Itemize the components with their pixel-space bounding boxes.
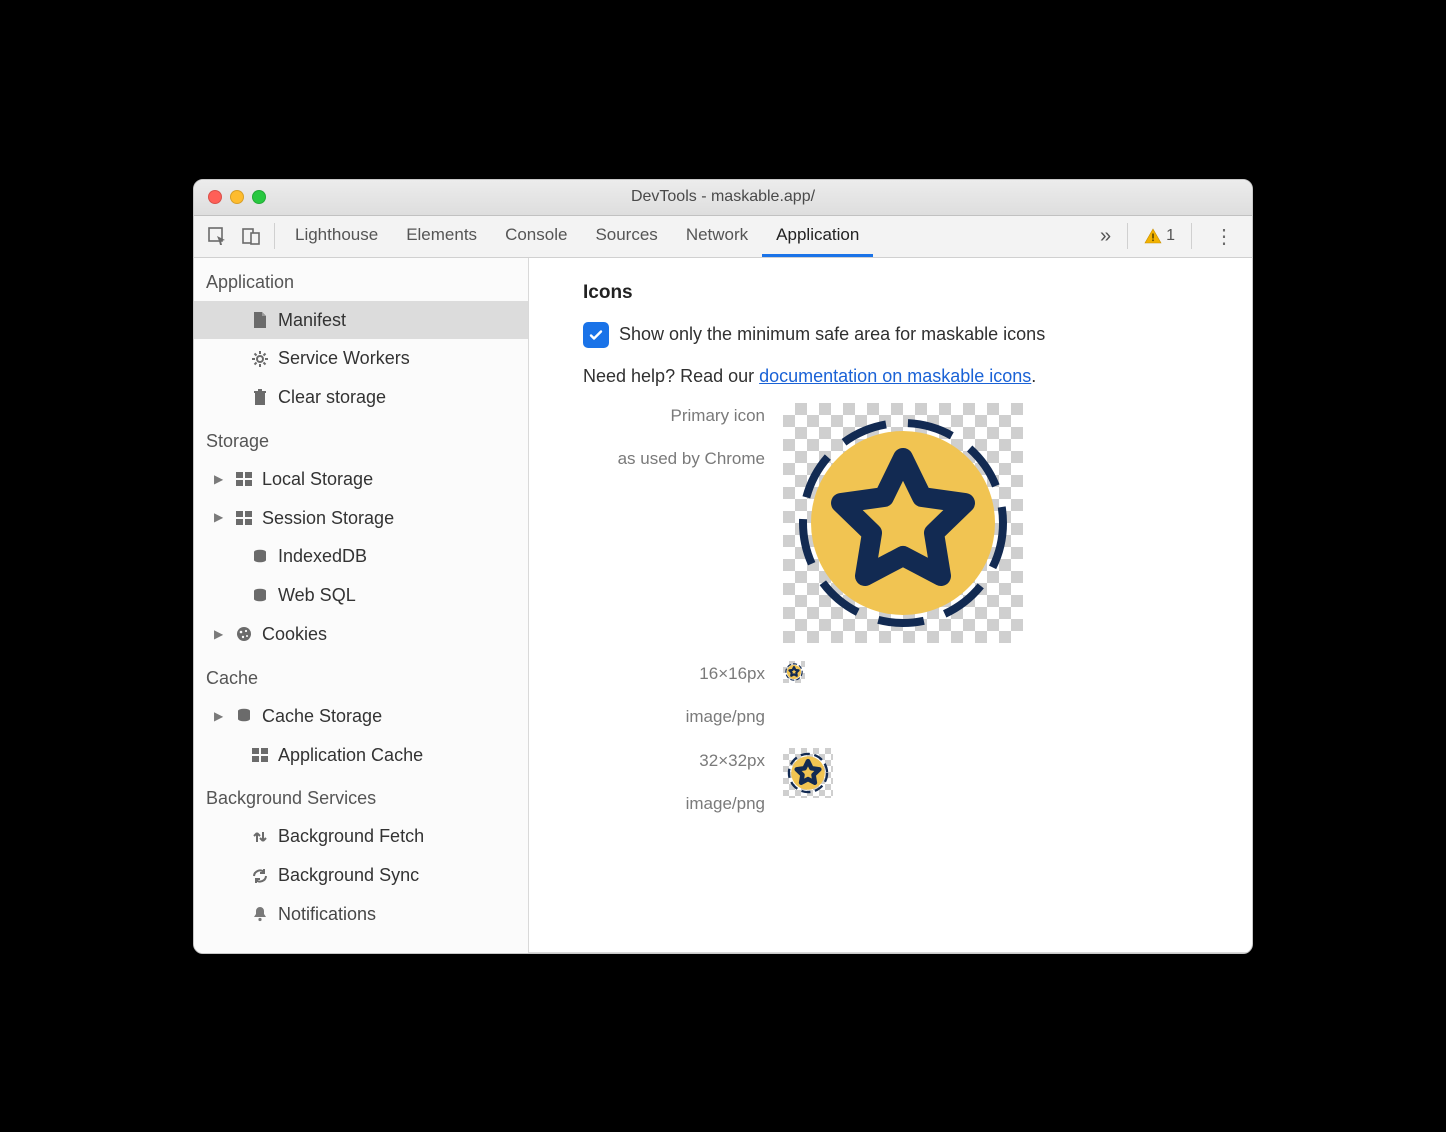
sidebar-item-label: Session Storage	[262, 504, 394, 533]
sidebar-item-label: Web SQL	[278, 581, 356, 610]
file-icon	[250, 311, 270, 329]
panel-tabs: Lighthouse Elements Console Sources Netw…	[281, 216, 873, 257]
sidebar-item-label: Background Sync	[278, 861, 419, 890]
safe-area-checkbox[interactable]	[583, 322, 609, 348]
warnings-indicator[interactable]: 1	[1144, 227, 1175, 245]
tabs-overflow-button[interactable]: »	[1100, 225, 1111, 248]
device-toolbar-icon[interactable]	[234, 221, 268, 251]
safe-area-option[interactable]: Show only the minimum safe area for mask…	[583, 322, 1232, 348]
sidebar-item-label: Local Storage	[262, 465, 373, 494]
icon-row-16: 16×16px image/png	[583, 661, 1232, 730]
icon-row-32: 32×32px image/png	[583, 748, 1232, 817]
panel-body: Application Manifest Service Workers	[194, 258, 1252, 953]
chevron-right-icon[interactable]: ▶	[214, 470, 226, 489]
tab-sources[interactable]: Sources	[581, 216, 671, 257]
updown-arrows-icon	[250, 828, 270, 846]
minimize-window-button[interactable]	[230, 190, 244, 204]
titlebar: DevTools - maskable.app/	[194, 180, 1252, 216]
documentation-link[interactable]: documentation on maskable icons	[759, 366, 1031, 386]
help-text: Need help? Read our documentation on mas…	[583, 366, 1232, 387]
toolbar-separator	[274, 223, 275, 249]
sidebar-section-storage: Storage	[194, 417, 528, 460]
sidebar-item-local-storage[interactable]: ▶ Local Storage	[194, 460, 528, 499]
star-icon	[785, 663, 803, 681]
settings-menu-button[interactable]: ⋮	[1208, 224, 1240, 249]
close-window-button[interactable]	[208, 190, 222, 204]
database-icon	[250, 549, 270, 565]
sidebar-item-manifest[interactable]: Manifest	[194, 301, 528, 340]
cookie-icon	[234, 625, 254, 643]
section-heading: Icons	[583, 282, 1232, 304]
sidebar-item-label: Clear storage	[278, 383, 386, 412]
sidebar-item-background-sync[interactable]: Background Sync	[194, 856, 528, 895]
toolbar-separator	[1191, 223, 1192, 249]
icon-size-label: 16×16px image/png	[583, 661, 783, 730]
gear-icon	[250, 350, 270, 368]
manifest-icons-panel: Icons Show only the minimum safe area fo…	[529, 258, 1252, 953]
grid-icon	[250, 748, 270, 762]
devtools-window: DevTools - maskable.app/ Lighthouse Elem…	[193, 179, 1253, 954]
sidebar-item-label: Notifications	[278, 900, 376, 929]
primary-icon-preview	[783, 403, 1023, 643]
sidebar-item-label: IndexedDB	[278, 542, 367, 571]
sidebar-item-label: Application Cache	[278, 741, 423, 770]
sidebar-item-label: Cache Storage	[262, 702, 382, 731]
trash-icon	[250, 388, 270, 406]
chevron-right-icon[interactable]: ▶	[214, 508, 226, 527]
devtools-tabstrip: Lighthouse Elements Console Sources Netw…	[194, 216, 1252, 258]
sidebar-item-label: Cookies	[262, 620, 327, 649]
warning-count: 1	[1166, 227, 1175, 245]
sidebar-section-cache: Cache	[194, 654, 528, 697]
tab-lighthouse[interactable]: Lighthouse	[281, 216, 392, 257]
primary-icon-row: Primary icon as used by Chrome	[583, 403, 1232, 643]
chevron-right-icon[interactable]: ▶	[214, 625, 226, 644]
star-icon	[787, 752, 829, 794]
database-icon	[250, 588, 270, 604]
zoom-window-button[interactable]	[252, 190, 266, 204]
database-icon	[234, 708, 254, 724]
icon-preview-32	[783, 748, 833, 798]
sidebar-item-cookies[interactable]: ▶ Cookies	[194, 615, 528, 654]
icon-preview-16	[783, 661, 805, 683]
tab-network[interactable]: Network	[672, 216, 762, 257]
sidebar-item-cache-storage[interactable]: ▶ Cache Storage	[194, 697, 528, 736]
tab-application[interactable]: Application	[762, 216, 873, 257]
toolbar-separator	[1127, 223, 1128, 249]
sidebar-item-application-cache[interactable]: Application Cache	[194, 736, 528, 775]
window-title: DevTools - maskable.app/	[194, 188, 1252, 206]
warning-icon	[1144, 227, 1162, 245]
window-controls	[194, 190, 266, 204]
star-icon	[793, 413, 1013, 633]
sync-icon	[250, 867, 270, 885]
application-sidebar[interactable]: Application Manifest Service Workers	[194, 258, 529, 953]
sidebar-section-application: Application	[194, 258, 528, 301]
checkbox-label: Show only the minimum safe area for mask…	[619, 324, 1045, 345]
icon-size-label: 32×32px image/png	[583, 748, 783, 817]
sidebar-item-session-storage[interactable]: ▶ Session Storage	[194, 499, 528, 538]
sidebar-item-label: Background Fetch	[278, 822, 424, 851]
grid-icon	[234, 472, 254, 486]
sidebar-item-web-sql[interactable]: Web SQL	[194, 576, 528, 615]
sidebar-section-background-services: Background Services	[194, 774, 528, 817]
sidebar-item-label: Service Workers	[278, 344, 410, 373]
inspect-element-icon[interactable]	[200, 221, 234, 251]
sidebar-item-clear-storage[interactable]: Clear storage	[194, 378, 528, 417]
sidebar-item-notifications[interactable]: Notifications	[194, 895, 528, 934]
grid-icon	[234, 511, 254, 525]
sidebar-item-label: Manifest	[278, 306, 346, 335]
sidebar-item-background-fetch[interactable]: Background Fetch	[194, 817, 528, 856]
tab-elements[interactable]: Elements	[392, 216, 491, 257]
tab-console[interactable]: Console	[491, 216, 581, 257]
sidebar-item-indexeddb[interactable]: IndexedDB	[194, 537, 528, 576]
bell-icon	[250, 905, 270, 923]
sidebar-item-service-workers[interactable]: Service Workers	[194, 339, 528, 378]
primary-icon-label: Primary icon as used by Chrome	[583, 403, 783, 472]
chevron-right-icon[interactable]: ▶	[214, 707, 226, 726]
